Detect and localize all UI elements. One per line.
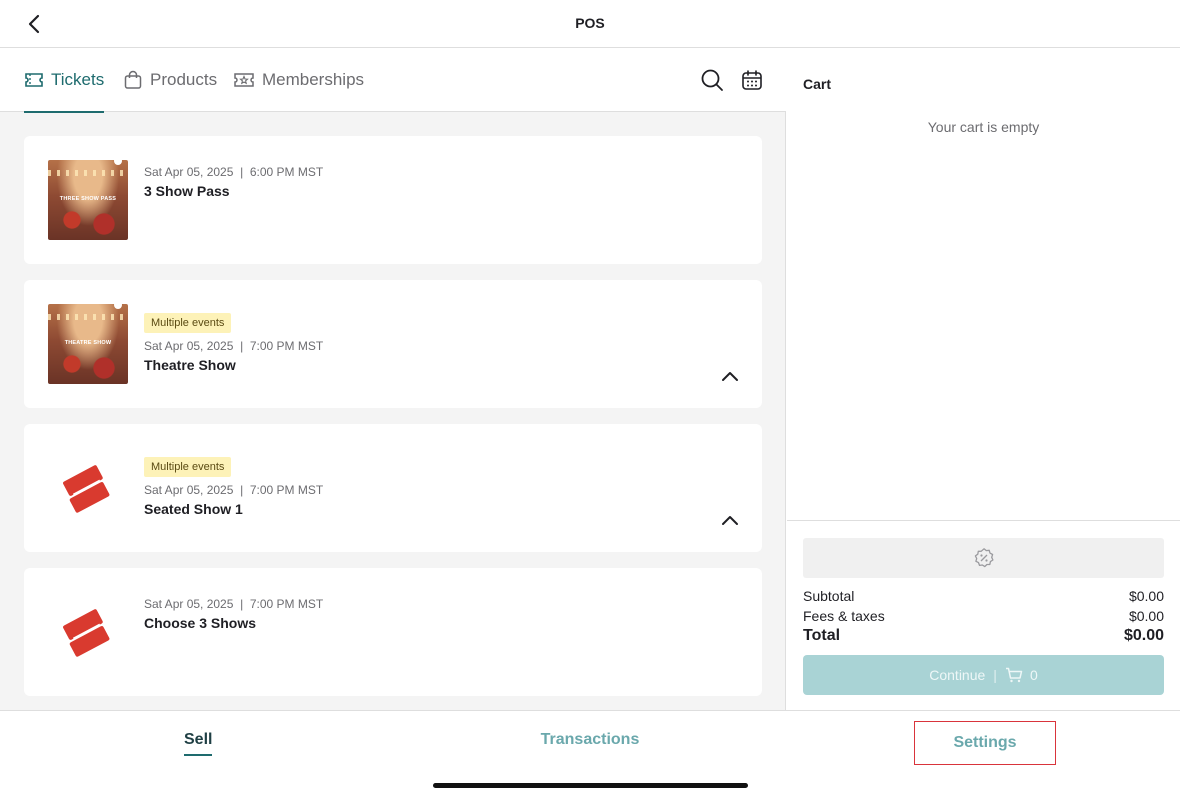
fees-row: Fees & taxes $0.00 (803, 608, 1164, 624)
event-datetime: Sat Apr 05, 2025 | 7:00 PM MST (144, 597, 324, 611)
expand-toggle[interactable] (718, 364, 742, 388)
event-card-seated-show-1[interactable]: Multiple events Sat Apr 05, 2025 | 7:00 … (24, 424, 762, 552)
subtotal-value: $0.00 (1128, 588, 1164, 604)
total-value: $0.00 (1123, 627, 1164, 644)
event-list: THREE SHOW PASS Sat Apr 05, 2025 | 6:00 … (24, 136, 762, 712)
event-thumbnail: THEATRE SHOW (48, 304, 128, 384)
multiple-events-badge: Multiple events (144, 457, 232, 477)
search-icon (701, 69, 723, 91)
total-row: Total $0.00 (803, 627, 1164, 645)
multiple-events-badge: Multiple events (144, 313, 232, 333)
event-name: Seated Show 1 (144, 501, 243, 517)
page-title: POS (575, 15, 605, 31)
event-thumbnail (48, 592, 128, 672)
chevron-up-icon (722, 372, 738, 381)
cart-icon (1005, 667, 1023, 683)
continue-button[interactable]: Continue | 0 (803, 655, 1164, 695)
expand-toggle[interactable] (718, 508, 742, 532)
thumbnail-caption: THEATRE SHOW (64, 340, 112, 346)
calendar-button[interactable] (740, 68, 764, 92)
calendar-icon (742, 70, 762, 90)
thumbnail-caption: THREE SHOW PASS (59, 196, 117, 202)
ticket-icon (24, 71, 44, 89)
nav-sell[interactable]: Sell (184, 731, 213, 756)
nav-transactions[interactable]: Transactions (541, 731, 640, 748)
event-datetime: Sat Apr 05, 2025 | 6:00 PM MST (144, 165, 324, 179)
fees-label: Fees & taxes (803, 608, 885, 624)
ticket-stub-icon (63, 465, 110, 513)
catalog-panel: Tickets Products Memberships THREE SHOW … (0, 48, 786, 710)
discount-badge-icon (974, 548, 994, 568)
tab-label: Products (150, 70, 218, 89)
event-card-3-show-pass[interactable]: THREE SHOW PASS Sat Apr 05, 2025 | 6:00 … (24, 136, 762, 264)
cart-panel: Cart Your cart is empty Subtotal $0.00 F… (787, 48, 1180, 710)
category-tabs: Tickets Products Memberships (0, 48, 786, 113)
bottom-navigation: Sell Transactions Settings (0, 710, 1180, 795)
search-button[interactable] (700, 68, 724, 92)
event-card-choose-3-shows[interactable]: Sat Apr 05, 2025 | 7:00 PM MST Choose 3 … (24, 568, 762, 696)
tab-memberships[interactable]: Memberships (233, 48, 364, 112)
nav-settings-button[interactable]: Settings (914, 721, 1056, 765)
event-datetime: Sat Apr 05, 2025 | 7:00 PM MST (144, 483, 324, 497)
cart-count: 0 (1029, 667, 1038, 683)
top-bar: POS (0, 0, 1180, 48)
nav-settings: Settings (953, 734, 1017, 751)
event-card-theatre-show[interactable]: THEATRE SHOW Multiple events Sat Apr 05,… (24, 280, 762, 408)
event-name: 3 Show Pass (144, 183, 230, 199)
tab-tickets[interactable]: Tickets (24, 48, 105, 113)
event-datetime: Sat Apr 05, 2025 | 7:00 PM MST (144, 339, 324, 353)
continue-label: Continue (929, 667, 986, 683)
cart-summary: Subtotal $0.00 Fees & taxes $0.00 Total … (787, 520, 1180, 710)
cart-empty-message: Your cart is empty (927, 119, 1040, 135)
event-name: Theatre Show (144, 357, 236, 373)
chevron-up-icon (722, 516, 738, 525)
event-thumbnail (48, 448, 128, 528)
membership-card-icon (233, 71, 255, 89)
ticket-stub-icon (63, 609, 110, 657)
tab-products[interactable]: Products (123, 48, 217, 112)
subtotal-row: Subtotal $0.00 (803, 588, 1164, 604)
home-indicator (433, 783, 748, 788)
total-label: Total (803, 627, 841, 644)
cart-title: Cart (803, 76, 832, 92)
bag-icon (123, 70, 143, 90)
tab-label: Memberships (262, 70, 365, 89)
event-name: Choose 3 Shows (144, 615, 257, 631)
event-thumbnail: THREE SHOW PASS (48, 160, 128, 240)
fees-value: $0.00 (1128, 608, 1164, 624)
tab-label: Tickets (51, 70, 105, 89)
discount-button[interactable] (803, 538, 1164, 578)
subtotal-label: Subtotal (803, 588, 855, 604)
